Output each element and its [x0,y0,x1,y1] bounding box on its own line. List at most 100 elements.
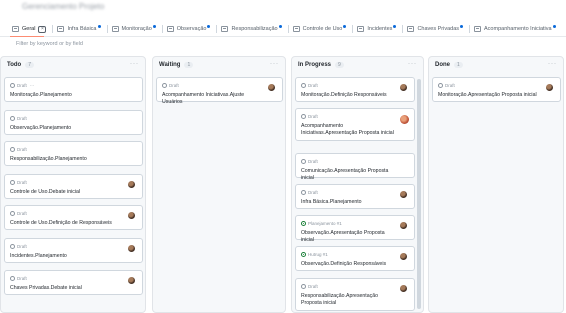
card-title[interactable]: Chaves Privadas.Debate inicial [10,285,126,292]
tab-infra-basica[interactable]: Infra Básica [53,22,106,36]
column-title: Waiting [159,62,181,68]
unsaved-dot [97,24,101,28]
card[interactable]: Draft Incidentes.Planejamento [4,238,143,263]
card-title[interactable]: Monitoração.Definição Responsáveis [301,92,398,99]
column-menu-button[interactable]: ··· [548,61,557,67]
unsaved-dot [152,24,156,28]
table-icon [474,26,482,32]
column-count: 1 [454,62,463,68]
card-title[interactable]: Observação.Apresentação Proposta inicial [301,230,398,244]
card[interactable]: Draft Comunicação.Apresentação Proposta … [295,153,415,181]
draft-icon [162,83,167,88]
card-status-label: Draft [308,284,318,289]
card-title[interactable]: Monitoração.Apresentação Proposta inicia… [438,92,544,99]
card[interactable]: Planejamento #1 Observação.Apresentação … [295,215,415,243]
tab-label: Infra Básica [67,26,97,32]
card-title[interactable]: Observação.Planejamento [10,125,126,132]
assignee-avatar[interactable] [128,277,135,284]
assignee-avatar[interactable] [268,84,275,91]
card-title[interactable]: Responsabilização.Apresentação Proposta … [301,293,398,307]
draft-icon [438,83,443,88]
card[interactable]: Draft Responsabilização.Apresentação Pro… [295,278,415,311]
card-status: Draft [301,159,318,164]
draft-icon [301,190,306,195]
tab-label: Incidentes [367,26,393,32]
assignee-avatar[interactable] [400,191,407,198]
assignee-avatar[interactable] [400,222,407,229]
card-status: Draft [162,83,179,88]
card[interactable]: Draft Monitoração.Definição Responsáveis [295,77,415,102]
card-title[interactable]: Acompanhamento Iniciativas.Apresentação … [301,123,398,137]
card-status-label: Draft [308,83,318,88]
tab-acompanhamento[interactable]: Acompanhamento Iniciativa [470,22,562,36]
card-title[interactable]: Observação.Definição Responsáveis [301,261,398,268]
card-status: Draft [10,116,27,121]
assignee-avatar[interactable] [546,84,553,91]
column-menu-button[interactable]: ··· [408,61,417,67]
assignee-avatar[interactable] [128,212,135,219]
column-menu-button[interactable]: ··· [270,61,279,67]
close-icon[interactable]: × [38,25,47,33]
tab-label: Observação [176,26,207,32]
card[interactable]: Draft Responsabilização.Planejamento [4,141,143,166]
card-title[interactable]: Comunicação.Apresentação Proposta inicia… [301,168,398,182]
column-scrollbar[interactable] [417,79,421,309]
card[interactable]: Hutrug #1 Observação.Definição Responsáv… [295,246,415,271]
assignee-avatar[interactable] [128,245,135,252]
card-menu-button[interactable]: ··· [30,83,35,88]
draft-icon [10,147,15,152]
card-title[interactable]: Acompanhamento Iniciativas.Ajuste Usuári… [162,92,266,106]
card-title[interactable]: Responsabilização.Planejamento [10,156,126,163]
card-status-label: Draft [17,83,27,88]
card[interactable]: Draft Infra Básica.Planejamento [295,184,415,209]
card[interactable]: Draft ··· Monitoração.Planejamento [4,77,143,102]
card[interactable]: Draft Controle de Uso.Definição de Respo… [4,205,143,230]
card-status: Draft ··· [10,83,34,88]
active-tab-underline [10,36,44,37]
tab-chaves-privadas[interactable]: Chaves Privadas [403,22,469,36]
draft-icon [301,114,306,119]
card-status: Draft [301,83,318,88]
column-count: 1 [184,62,194,68]
card-status-label: Hutrug #1 [308,252,328,257]
card-status: Draft [301,114,318,119]
table-icon [12,26,19,32]
tab-label: Chaves Privadas [417,26,460,32]
column-header: Todo 7 [1,57,145,73]
table-icon [57,26,65,32]
card[interactable]: Draft Observação.Planejamento [4,110,143,135]
tab-controle-de-uso[interactable]: Controle de Uso [289,22,353,36]
card-title[interactable]: Infra Básica.Planejamento [301,199,398,206]
card-status: Hutrug #1 [301,252,328,257]
assignee-avatar[interactable] [400,84,407,91]
assignees-avatar[interactable] [400,115,409,124]
card[interactable]: Draft Monitoração.Apresentação Proposta … [432,77,561,102]
assignee-avatar[interactable] [400,285,407,292]
table-icon [221,26,229,32]
card-title[interactable]: Controle de Uso.Definição de Responsávei… [10,220,126,227]
card-title[interactable]: Controle de Uso.Debate inicial [10,189,126,196]
tab-geral[interactable]: Geral × [0,22,52,36]
card[interactable]: Draft Controle de Uso.Debate inicial [4,174,143,199]
tab-incidentes[interactable]: Incidentes [353,22,402,36]
column-title: Todo [7,62,22,68]
assignee-avatar[interactable] [400,253,407,260]
card-title[interactable]: Incidentes.Planejamento [10,253,126,260]
card-status-label: Planejamento #1 [308,221,342,226]
card-status-label: Draft [17,147,27,152]
column-header: Waiting 1 [153,57,285,73]
filter-input[interactable]: Filter by keyword or by field [16,41,83,47]
tab-responsabilizacao[interactable]: Responsabilização [217,22,287,36]
card-status: Draft [301,284,318,289]
card[interactable]: Draft Acompanhamento Iniciativas.Apresen… [295,108,415,141]
card-title[interactable]: Monitoração.Planejamento [10,92,126,99]
card-status: Draft [10,276,27,281]
card[interactable]: Draft Acompanhamento Iniciativas.Ajuste … [156,77,283,105]
assignee-avatar[interactable] [128,181,135,188]
draft-icon [301,159,306,164]
column-menu-button[interactable]: ··· [130,61,139,67]
tab-monitoracao[interactable]: Monitoração [108,22,162,36]
card[interactable]: Draft Chaves Privadas.Debate inicial [4,270,143,295]
unsaved-dot [393,24,397,28]
tab-observacao[interactable]: Observação [163,22,217,36]
